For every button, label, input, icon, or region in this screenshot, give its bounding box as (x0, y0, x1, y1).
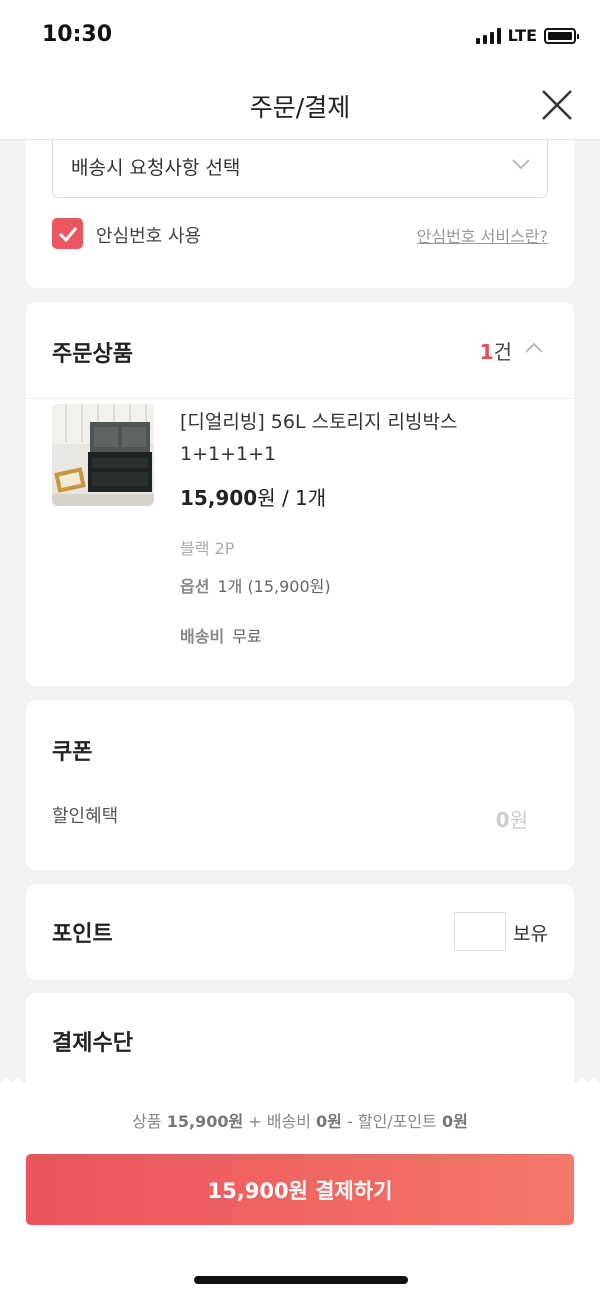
point-input[interactable] (454, 912, 506, 951)
safe-number-checkbox[interactable] (52, 218, 83, 249)
product-price-unit: 원 (257, 486, 276, 510)
product-shipping: 배송비 무료 (180, 623, 262, 647)
order-count: 1건 (480, 336, 512, 365)
coupon-card: 쿠폰 할인혜택 0원 (26, 700, 574, 870)
point-section-title: 포인트 (52, 922, 113, 947)
network-label: LTE (507, 26, 537, 45)
delivery-request-value: 배송시 요청사항 선택 (71, 157, 241, 179)
divider (26, 398, 574, 399)
discount-unit: 원 (509, 808, 528, 832)
product-variant: 블랙 2P (180, 539, 235, 558)
shipping-label: 배송비 (180, 627, 225, 646)
summary-discount-amount: 0원 (441, 1112, 468, 1131)
delivery-request-select[interactable]: 배송시 요청사항 선택 (52, 140, 548, 198)
option-value: 1개 (15,900원) (217, 577, 331, 596)
safe-number-label: 안심번호 사용 (96, 226, 202, 247)
bottom-bar: 상품 15,900원 + 배송비 0원 - 할인/포인트 0원 15,900원 … (0, 1082, 600, 1299)
coupon-section-title: 쿠폰 (52, 740, 93, 765)
point-card: 포인트 보유 (26, 884, 574, 980)
order-count-unit: 건 (493, 340, 512, 364)
summary-product-label: 상품 (132, 1112, 162, 1131)
summary-plus: + (248, 1112, 262, 1131)
discount-label: 할인혜택 (52, 806, 119, 827)
summary-shipping-label: 배송비 (266, 1112, 311, 1131)
status-time: 10:30 (42, 22, 113, 47)
shipping-value: 무료 (232, 627, 262, 646)
safe-number-info-link[interactable]: 안심번호 서비스란? (417, 223, 548, 247)
order-card: 주문상품 1건 [디얼리빙] 56L 스토리지 리빙박스 1+1+1+1 15,… (26, 302, 574, 686)
summary-minus: - (347, 1112, 353, 1131)
delivery-card: 배송시 요청사항 선택 안심번호 사용 안심번호 서비스란? (26, 140, 574, 288)
status-bar: 10:30 LTE (0, 0, 600, 70)
discount-value[interactable]: 0원 (496, 804, 528, 833)
order-count-number: 1 (479, 340, 494, 364)
chevron-down-icon (511, 156, 531, 175)
price-summary: 상품 15,900원 + 배송비 0원 - 할인/포인트 0원 (0, 1108, 600, 1132)
battery-icon (544, 27, 579, 44)
summary-discount-label: 할인/포인트 (357, 1112, 437, 1131)
order-section-title: 주문상품 (52, 342, 133, 367)
check-icon (58, 226, 77, 242)
product-price-value: 15,900 (180, 486, 258, 510)
option-label: 옵션 (180, 577, 210, 596)
payment-section-title: 결제수단 (52, 1031, 133, 1056)
close-icon[interactable] (540, 88, 574, 122)
status-indicators: LTE (475, 26, 579, 45)
summary-shipping-amount: 0원 (316, 1112, 342, 1131)
summary-product-amount: 15,900원 (166, 1112, 244, 1131)
point-holding-label: 보유 (513, 923, 548, 945)
product-name[interactable]: [디얼리빙] 56L 스토리지 리빙박스 1+1+1+1 (180, 406, 550, 470)
product-quantity: / 1개 (275, 486, 327, 510)
chevron-up-icon[interactable] (524, 340, 544, 359)
product-thumbnail[interactable] (52, 404, 154, 506)
signal-icon (475, 27, 501, 44)
product-option: 옵션 1개 (15,900원) (180, 573, 331, 597)
home-indicator (194, 1276, 408, 1284)
discount-amount: 0 (495, 808, 510, 832)
page-title: 주문/결제 (249, 93, 351, 122)
pay-button[interactable]: 15,900원 결제하기 (26, 1154, 574, 1225)
product-price: 15,900원 / 1개 (180, 482, 326, 511)
page-header: 주문/결제 (0, 70, 600, 140)
